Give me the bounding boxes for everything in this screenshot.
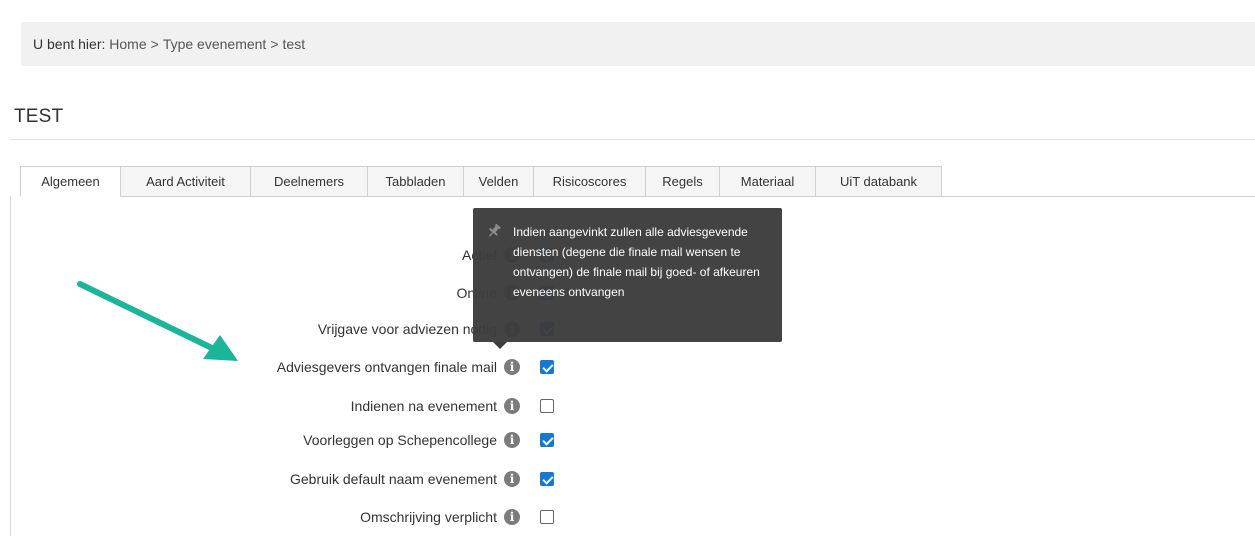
pin-icon: [488, 223, 501, 237]
setting-row-online: Online i: [100, 282, 520, 304]
setting-row-gebruik-default: Gebruik default naam evenement i: [100, 468, 520, 490]
checkbox-omschrijving[interactable]: [540, 510, 554, 524]
tab-materiaal[interactable]: Materiaal: [720, 166, 816, 197]
tab-risicoscores[interactable]: Risicoscores: [534, 166, 646, 197]
tooltip: Indien aangevinkt zullen alle adviesgeve…: [473, 208, 782, 342]
breadcrumb-type-evenement-link[interactable]: Type evenement: [163, 36, 267, 52]
breadcrumb-prefix: U bent hier:: [33, 36, 106, 52]
info-icon[interactable]: i: [504, 509, 520, 525]
setting-label: Gebruik default naam evenement: [289, 471, 497, 487]
checkbox-voorleggen[interactable]: [540, 433, 554, 447]
tab-velden[interactable]: Velden: [464, 166, 534, 197]
info-icon[interactable]: i: [504, 398, 520, 414]
breadcrumb-current: test: [282, 36, 306, 52]
setting-row-actief: Actief i: [100, 244, 520, 266]
tab-content-top-border: [121, 196, 1255, 197]
checkbox-indienen[interactable]: [540, 399, 554, 413]
title-divider: [10, 139, 1255, 140]
tab-bar: Algemeen Aard Activiteit Deelnemers Tabb…: [20, 166, 942, 197]
setting-row-omschrijving: Omschrijving verplicht i: [100, 506, 520, 528]
setting-label: Vrijgave voor adviezen nodig: [317, 321, 497, 337]
checkbox-adviesgevers[interactable]: [540, 360, 554, 374]
tab-deelnemers[interactable]: Deelnemers: [251, 166, 368, 197]
tab-aard-activiteit[interactable]: Aard Activiteit: [121, 166, 251, 197]
tab-algemeen[interactable]: Algemeen: [20, 166, 121, 197]
info-icon[interactable]: i: [504, 359, 520, 375]
page-title: TEST: [14, 106, 64, 127]
info-icon[interactable]: i: [504, 471, 520, 487]
tab-content-left-border: [10, 196, 11, 536]
tooltip-text: Indien aangevinkt zullen alle adviesgeve…: [513, 225, 760, 299]
setting-label: Adviesgevers ontvangen finale mail: [276, 359, 497, 375]
setting-label: Voorleggen op Schepencollege: [303, 432, 497, 448]
setting-row-vrijgave: Vrijgave voor adviezen nodig i: [100, 318, 520, 340]
setting-row-voorleggen: Voorleggen op Schepencollege i: [100, 429, 520, 451]
setting-row-adviesgevers: Adviesgevers ontvangen finale mail i: [100, 356, 520, 378]
tooltip-pointer: [493, 342, 507, 349]
checkbox-gebruik-default[interactable]: [540, 472, 554, 486]
setting-row-indienen: Indienen na evenement i: [100, 395, 520, 417]
info-icon[interactable]: i: [504, 432, 520, 448]
tab-uit-databank[interactable]: UiT databank: [816, 166, 942, 197]
tab-tabbladen[interactable]: Tabbladen: [368, 166, 464, 197]
breadcrumb-separator: >: [270, 36, 279, 52]
breadcrumb: U bent hier: Home > Type evenement > test: [21, 22, 1255, 66]
tab-regels[interactable]: Regels: [646, 166, 720, 197]
breadcrumb-separator: >: [150, 36, 159, 52]
setting-label: Indienen na evenement: [350, 398, 497, 414]
setting-label: Omschrijving verplicht: [360, 509, 497, 525]
breadcrumb-home-link[interactable]: Home: [109, 36, 146, 52]
